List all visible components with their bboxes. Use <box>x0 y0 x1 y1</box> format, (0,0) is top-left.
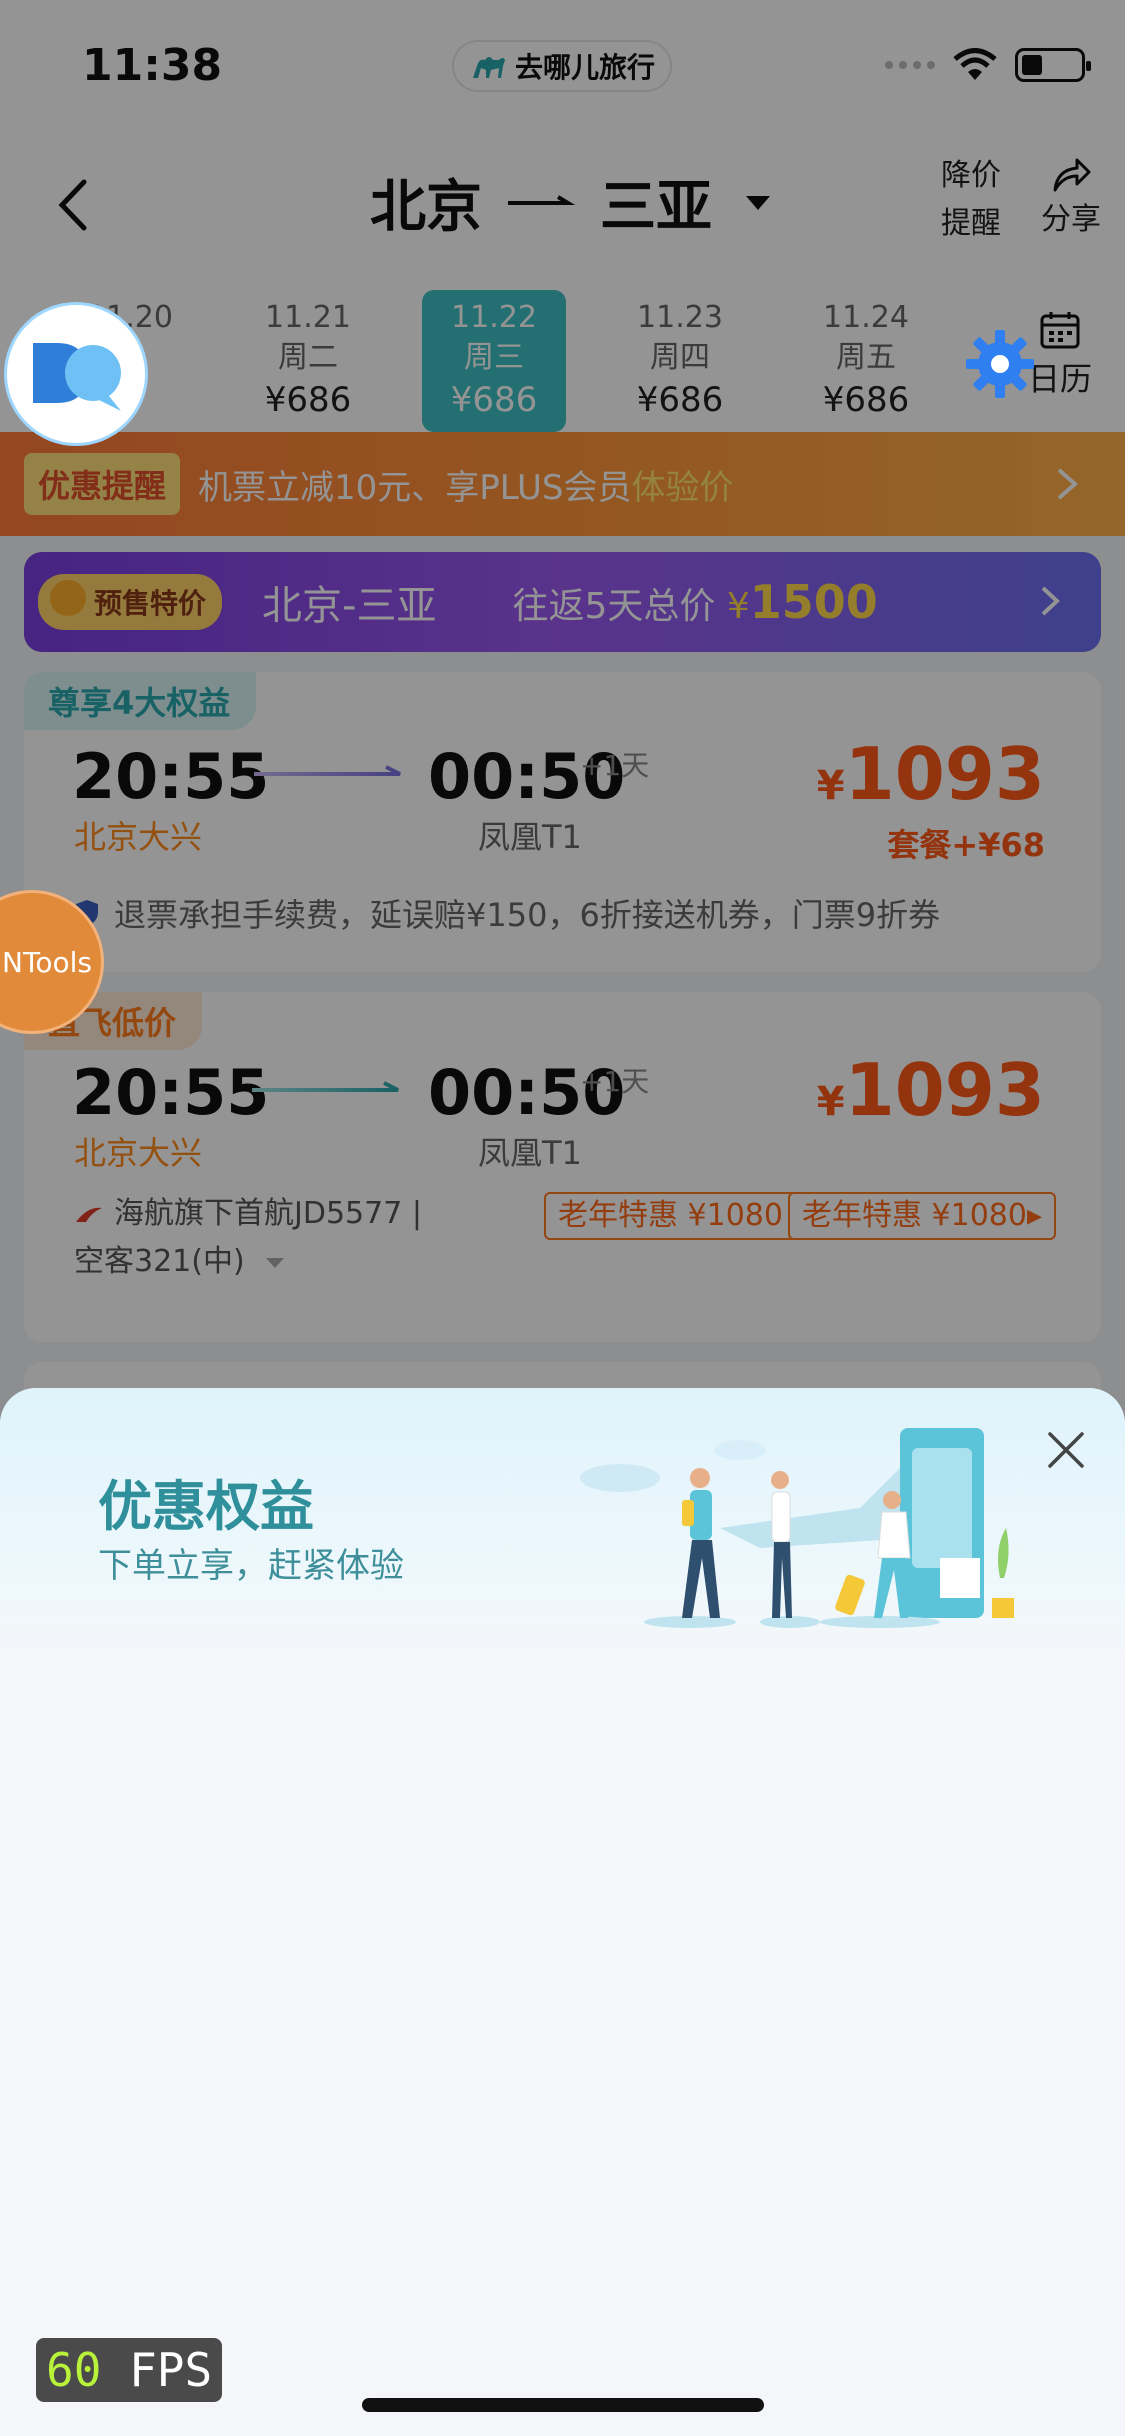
fps-counter: 60 FPS <box>36 2338 223 2402</box>
gear-icon[interactable] <box>964 328 1036 400</box>
sheet-header: 优惠权益 下单立享，赶紧体验 <box>0 1388 1125 1658</box>
fps-unit: FPS <box>129 2343 213 2397</box>
close-icon[interactable] <box>1044 1428 1088 1472</box>
sheet-title: 优惠权益 <box>98 1475 314 1538</box>
benefits-bottom-sheet: 优惠权益 下单立享，赶紧体验 <box>0 1388 1125 2436</box>
home-indicator[interactable] <box>362 2398 764 2412</box>
sheet-subtitle: 下单立享，赶紧体验 <box>98 1546 404 1586</box>
dq-float-button[interactable] <box>4 302 148 446</box>
dq-logo-icon <box>33 343 121 411</box>
fps-value: 60 <box>46 2343 102 2397</box>
travel-illustration-icon <box>580 1428 1014 1628</box>
